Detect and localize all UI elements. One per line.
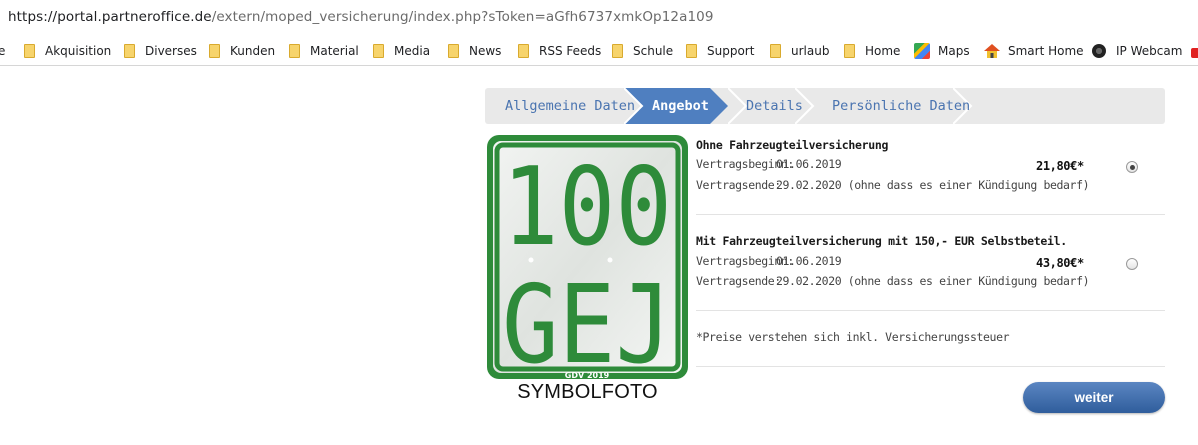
- bookmark-label: urlaub: [791, 44, 830, 58]
- folder-icon: [289, 44, 300, 58]
- maps-icon: [914, 43, 930, 59]
- step-angebot[interactable]: Angebot: [652, 88, 709, 124]
- bookmark-label: IP Webcam: [1116, 44, 1183, 58]
- bookmark-label: Material: [310, 44, 359, 58]
- bookmark-akquisition[interactable]: Akquisition: [24, 41, 111, 61]
- bookmark-item[interactable]: e: [0, 41, 5, 61]
- offer-radio[interactable]: [1126, 161, 1138, 173]
- offer-radio[interactable]: [1126, 258, 1138, 270]
- folder-icon: [209, 44, 220, 58]
- bookmark-schule[interactable]: Schule: [612, 41, 673, 61]
- bookmark-label: Maps: [938, 44, 970, 58]
- contract-end-label: Vertragsende:: [696, 178, 781, 192]
- bookmark-diverses[interactable]: Diverses: [124, 41, 197, 61]
- divider: [696, 366, 1165, 367]
- bookmark-label: Media: [394, 44, 431, 58]
- step-allgemeine-daten[interactable]: Allgemeine Daten: [505, 88, 635, 124]
- bookmark-kunden[interactable]: Kunden: [209, 41, 275, 61]
- contract-end-value: 29.02.2020 (ohne dass es einer Kündigung…: [776, 274, 1090, 288]
- symbolfoto-caption: SYMBOLFOTO: [517, 381, 658, 403]
- bookmark-label: Support: [707, 44, 755, 58]
- folder-icon: [844, 44, 855, 58]
- divider: [696, 214, 1165, 215]
- offer-with-parts-insurance[interactable]: Mit Fahrzeugteilversicherung mit 150,- E…: [696, 234, 1165, 310]
- contract-end-value: 29.02.2020 (ohne dass es einer Kündigung…: [776, 178, 1090, 192]
- insurance-plate-image: 100 GEJ GDV 2019: [487, 135, 688, 380]
- webcam-icon: [1092, 44, 1106, 58]
- plate-small-text: GDV 2019: [565, 371, 610, 380]
- bookmark-material[interactable]: Material: [289, 41, 359, 61]
- offer-without-parts-insurance[interactable]: Ohne Fahrzeugteilversicherung Vertragsbe…: [696, 138, 1165, 214]
- contract-begin-value: 01.06.2019: [776, 254, 842, 268]
- plate-number: 100: [502, 145, 672, 270]
- offer-price: 43,80€*: [1036, 256, 1084, 270]
- offer-title: Mit Fahrzeugteilversicherung mit 150,- E…: [696, 234, 1067, 248]
- url-text[interactable]: https://portal.partneroffice.de/extern/m…: [8, 9, 714, 25]
- step-details[interactable]: Details: [746, 88, 803, 124]
- bookmark-label: Diverses: [145, 44, 197, 58]
- bookmark-label: Akquisition: [45, 44, 112, 58]
- folder-icon: [770, 44, 781, 58]
- bookmarks-bar: e Akquisition Diverses Kunden Material M…: [0, 36, 1198, 66]
- url-path: /extern/moped_versicherung/index.php?sTo…: [211, 9, 714, 25]
- bookmark-news[interactable]: News: [448, 41, 501, 61]
- overflow-bookmark-icon[interactable]: [1191, 48, 1198, 58]
- folder-icon: [373, 44, 384, 58]
- folder-icon: [686, 44, 697, 58]
- step-persoenliche-daten[interactable]: Persönliche Daten: [832, 88, 970, 124]
- contract-begin-value: 01.06.2019: [776, 157, 842, 171]
- bookmark-rss-feeds[interactable]: RSS Feeds: [518, 41, 601, 61]
- bookmark-home[interactable]: Home: [844, 41, 900, 61]
- weiter-button[interactable]: weiter: [1023, 382, 1165, 413]
- plate-letters: GEJ: [502, 263, 672, 380]
- folder-icon: [612, 44, 623, 58]
- bookmark-maps[interactable]: Maps: [914, 41, 970, 61]
- bookmark-label: RSS Feeds: [539, 44, 602, 58]
- bookmark-label: e: [0, 44, 6, 58]
- url-host: https://portal.partneroffice.de: [8, 9, 212, 25]
- bookmark-label: Smart Home: [1008, 44, 1084, 58]
- bookmark-ip-webcam[interactable]: IP Webcam: [1092, 41, 1182, 61]
- tax-footnote: *Preise verstehen sich inkl. Versicherun…: [696, 330, 1010, 344]
- address-bar[interactable]: https://portal.partneroffice.de/extern/m…: [0, 0, 1198, 36]
- bookmark-label: Schule: [633, 44, 674, 58]
- bookmark-support[interactable]: Support: [686, 41, 754, 61]
- divider: [696, 310, 1165, 311]
- folder-icon: [518, 44, 529, 58]
- folder-icon: [448, 44, 459, 58]
- bookmark-smart-home[interactable]: Smart Home: [984, 41, 1084, 61]
- bookmark-media[interactable]: Media: [373, 41, 430, 61]
- step-navigation: Allgemeine Daten Angebot Details Persönl…: [485, 88, 1165, 124]
- folder-icon: [124, 44, 135, 58]
- folder-icon: [24, 44, 35, 58]
- bookmark-label: News: [469, 44, 502, 58]
- smart-home-icon: [984, 44, 1000, 58]
- offer-price: 21,80€*: [1036, 159, 1084, 173]
- contract-end-label: Vertragsende:: [696, 274, 781, 288]
- bookmark-urlaub[interactable]: urlaub: [770, 41, 829, 61]
- step-separator-icon: [728, 88, 748, 124]
- bookmark-label: Kunden: [230, 44, 276, 58]
- bookmark-label: Home: [865, 44, 901, 58]
- offer-title: Ohne Fahrzeugteilversicherung: [696, 138, 889, 152]
